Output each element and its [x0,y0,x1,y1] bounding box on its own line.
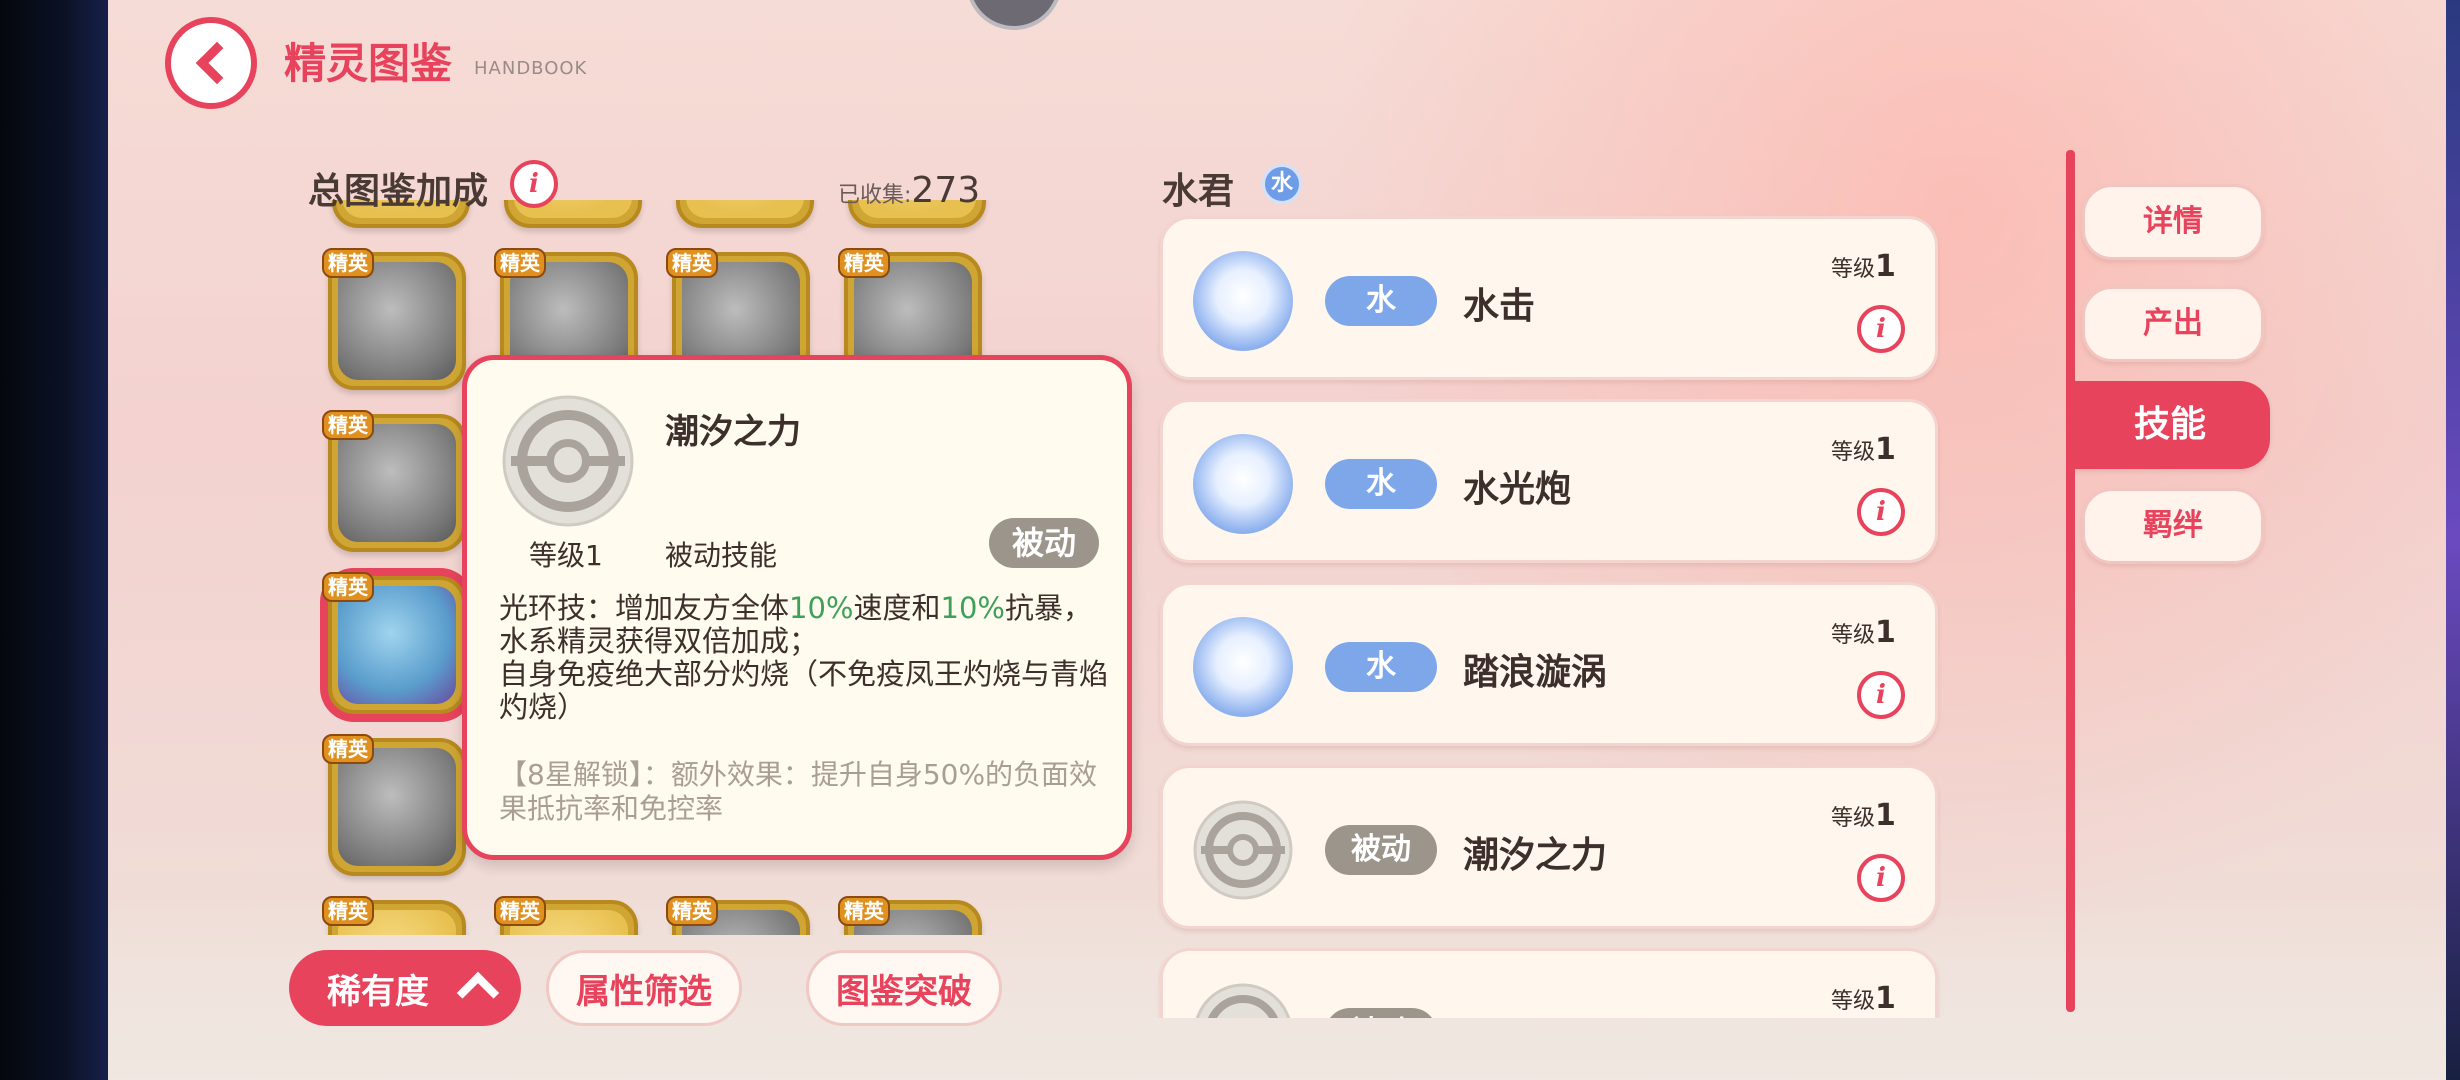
skill-list[interactable]: 水 水击 等级1 i 水 水光炮 等级1 i 水 踏浪漩涡 等级1 i 被动 潮… [1154,212,1944,1018]
skill-type-tag: 水 [1325,276,1437,326]
skill-info-icon[interactable]: i [1857,488,1905,536]
skill-type-tag: 被动 [1325,1008,1437,1018]
collected-count: 已收集:273 [838,170,980,211]
passive-skill-icon [1195,983,1291,1018]
skill-name: 潮汐之力 [1463,835,1608,876]
collected-label: 已收集: [838,183,912,208]
elite-badge: 精英 [838,896,890,926]
skill-type-tag: 水 [1325,642,1437,692]
tab-rail [2066,150,2075,1012]
elite-badge: 精英 [494,248,546,278]
water-drop-icon [1193,617,1293,717]
screen-left-edge [0,0,108,1080]
skill-info-icon[interactable]: i [1857,854,1905,902]
tab-bond[interactable]: 羁绊 [2082,488,2264,564]
skill-row[interactable]: 被动 等级1 [1160,948,1938,1018]
rarity-sort-label: 稀有度 [327,971,429,1012]
popup-skill-type: 被动技能 [665,539,778,572]
popup-skill-name: 潮汐之力 [665,412,801,452]
popup-skill-description: 光环技：增加友方全体10%速度和10%抗暴， 水系精灵获得双倍加成； 自身免疫绝… [499,591,1109,724]
elite-badge: 精英 [322,734,374,764]
skill-level: 等级1 [1831,981,1896,1016]
sort-up-icon [456,971,500,1015]
attribute-filter-button[interactable]: 属性筛选 [546,950,742,1026]
skill-level: 等级1 [1831,249,1896,284]
water-type-icon: 水 [1262,164,1302,204]
tab-skills[interactable]: 技能 [2070,381,2270,469]
elite-badge: 精英 [322,248,374,278]
skill-level: 等级1 [1831,615,1896,650]
total-bonus-title: 总图鉴加成 [308,171,489,212]
back-button[interactable] [165,17,257,109]
popup-unlock-text: 【8星解锁】：额外效果：提升自身50%的负面效果抵抗率和免控率 [499,758,1098,825]
elite-badge: 精英 [666,248,718,278]
collected-number: 273 [911,170,981,211]
page-subtitle: HANDBOOK [474,58,588,79]
skill-name: 水击 [1463,286,1536,327]
tab-output[interactable]: 产出 [2082,286,2264,362]
skill-info-icon[interactable]: i [1857,305,1905,353]
popup-passive-badge: 被动 [989,518,1099,568]
elite-badge: 精英 [322,572,374,602]
skill-row[interactable]: 被动 潮汐之力 等级1 i [1160,765,1938,929]
popup-skill-level: 等级1 [529,539,603,572]
skill-level: 等级1 [1831,432,1896,467]
passive-skill-icon [1193,800,1293,900]
skill-type-tag: 被动 [1325,825,1437,875]
rarity-sort-button[interactable]: 稀有度 [289,950,521,1026]
skill-info-icon[interactable]: i [1857,671,1905,719]
passive-skill-icon [502,395,634,527]
skill-level: 等级1 [1831,798,1896,833]
total-bonus-info-icon[interactable]: i [510,160,558,208]
pet-card[interactable] [676,200,814,228]
water-drop-icon [1193,251,1293,351]
elite-badge: 精英 [838,248,890,278]
skill-name: 水光炮 [1463,469,1572,510]
tab-detail[interactable]: 详情 [2082,184,2264,260]
elite-badge: 精英 [666,896,718,926]
screen-right-edge [2446,0,2460,1080]
handbook-breakthrough-button[interactable]: 图鉴突破 [806,950,1002,1026]
skill-type-tag: 水 [1325,459,1437,509]
elite-badge: 精英 [322,896,374,926]
skill-row[interactable]: 水 水光炮 等级1 i [1160,399,1938,563]
page-title: 精灵图鉴 [284,39,453,88]
pet-name: 水君 [1162,171,1235,212]
elite-badge: 精英 [494,896,546,926]
elite-badge: 精英 [322,410,374,440]
water-drop-icon [1193,434,1293,534]
skill-row[interactable]: 水 水击 等级1 i [1160,216,1938,380]
skill-detail-popup[interactable]: 潮汐之力 等级1 被动技能 被动 光环技：增加友方全体10%速度和10%抗暴， … [462,355,1132,860]
skill-name: 踏浪漩涡 [1463,652,1608,693]
back-arrow-icon [195,41,239,85]
skill-row[interactable]: 水 踏浪漩涡 等级1 i [1160,582,1938,746]
